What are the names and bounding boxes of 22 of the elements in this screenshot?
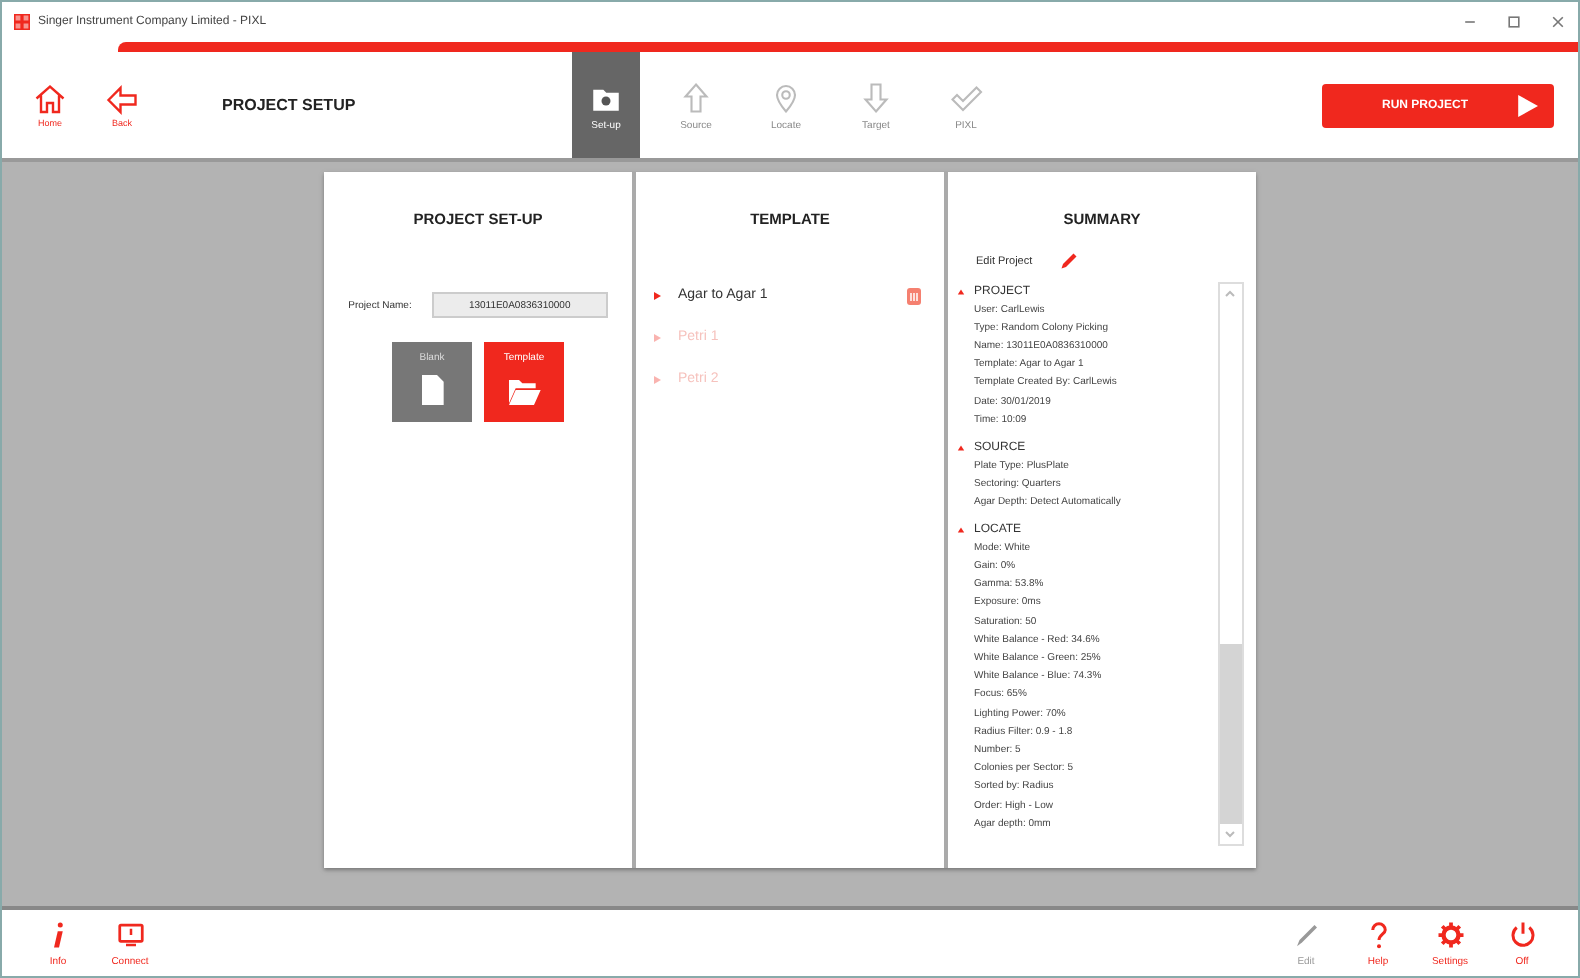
arrow-left-icon bbox=[104, 82, 140, 118]
arrow-up-icon bbox=[678, 79, 714, 115]
close-icon[interactable] bbox=[1550, 14, 1566, 30]
monitor-icon bbox=[115, 919, 145, 949]
triangle-right-icon bbox=[652, 289, 662, 301]
triangle-up-icon bbox=[956, 287, 966, 296]
pencil-icon bbox=[1291, 919, 1321, 949]
page-title: PROJECT SETUP bbox=[222, 96, 358, 114]
settings-icon bbox=[1435, 919, 1465, 949]
play-icon bbox=[1516, 93, 1538, 117]
trash-icon[interactable] bbox=[904, 282, 924, 308]
pencil-icon[interactable] bbox=[1060, 252, 1079, 270]
power-icon bbox=[1507, 919, 1537, 949]
logo-icon bbox=[14, 14, 30, 30]
arrow-down-icon bbox=[858, 79, 894, 115]
triangle-right-icon bbox=[652, 331, 662, 343]
triangle-up-icon bbox=[956, 443, 966, 452]
triangle-right-icon bbox=[652, 373, 662, 385]
home-icon bbox=[32, 82, 68, 118]
maximize-icon[interactable] bbox=[1506, 14, 1522, 30]
triangle-up-icon bbox=[956, 526, 966, 535]
scrollbar[interactable] bbox=[1218, 282, 1244, 846]
